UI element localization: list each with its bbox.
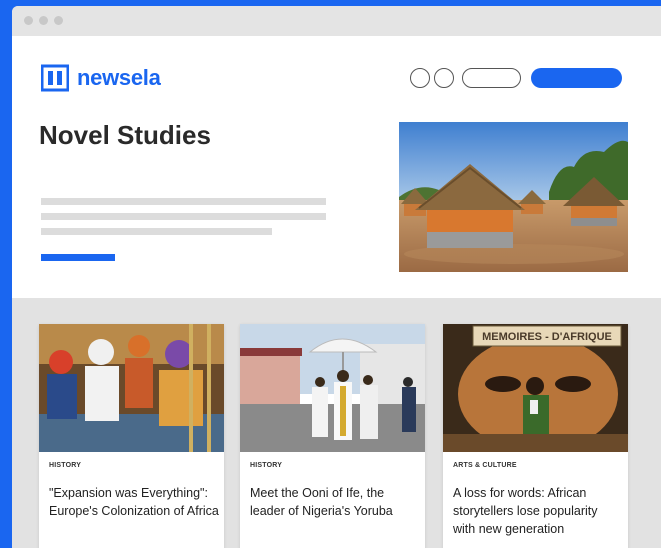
- card-category: HISTORY: [49, 462, 82, 469]
- accent-bar: [41, 254, 115, 261]
- newsela-logo[interactable]: newsela: [40, 64, 161, 92]
- nav-outline-button[interactable]: [462, 68, 521, 88]
- newsela-logo-icon: [40, 64, 70, 92]
- window-dot-icon[interactable]: [24, 16, 33, 25]
- hero-image-huts: [399, 122, 628, 272]
- window-titlebar: [12, 6, 661, 36]
- window-dot-icon[interactable]: [39, 16, 48, 25]
- card-title[interactable]: Meet the Ooni of Ife, the leader of Nige…: [250, 484, 420, 520]
- card-title[interactable]: "Expansion was Everything": Europe's Col…: [49, 484, 219, 520]
- card-category: HISTORY: [250, 462, 283, 469]
- page-title: Novel Studies: [39, 120, 211, 150]
- card-title[interactable]: A loss for words: African storytellers l…: [453, 484, 623, 538]
- card-category: ARTS & CULTURE: [453, 462, 517, 469]
- brand-name: newsela: [77, 65, 161, 90]
- placeholder-text-line: [41, 213, 326, 220]
- card-image-colonial-painting: [39, 324, 224, 452]
- placeholder-text-line: [41, 228, 272, 235]
- card-image-procession: [240, 324, 425, 452]
- sign-text: MEMOIRES - D'AFRIQUE: [482, 331, 612, 343]
- nav-circle-button[interactable]: [410, 68, 430, 88]
- browser-window: newsela Novel Studies HISTORY "Expansion…: [12, 6, 661, 548]
- article-card[interactable]: HISTORY Meet the Ooni of Ife, the leader…: [240, 324, 425, 548]
- hero-section: newsela Novel Studies: [12, 36, 661, 298]
- article-card[interactable]: MEMOIRES - D'AFRIQUE ARTS & CULTURE A lo…: [443, 324, 628, 548]
- nav-primary-button[interactable]: [531, 68, 622, 88]
- card-image-storyteller: MEMOIRES - D'AFRIQUE: [443, 324, 628, 452]
- placeholder-text-line: [41, 198, 326, 205]
- article-card[interactable]: HISTORY "Expansion was Everything": Euro…: [39, 324, 224, 548]
- nav-circle-button[interactable]: [434, 68, 454, 88]
- window-dot-icon[interactable]: [54, 16, 63, 25]
